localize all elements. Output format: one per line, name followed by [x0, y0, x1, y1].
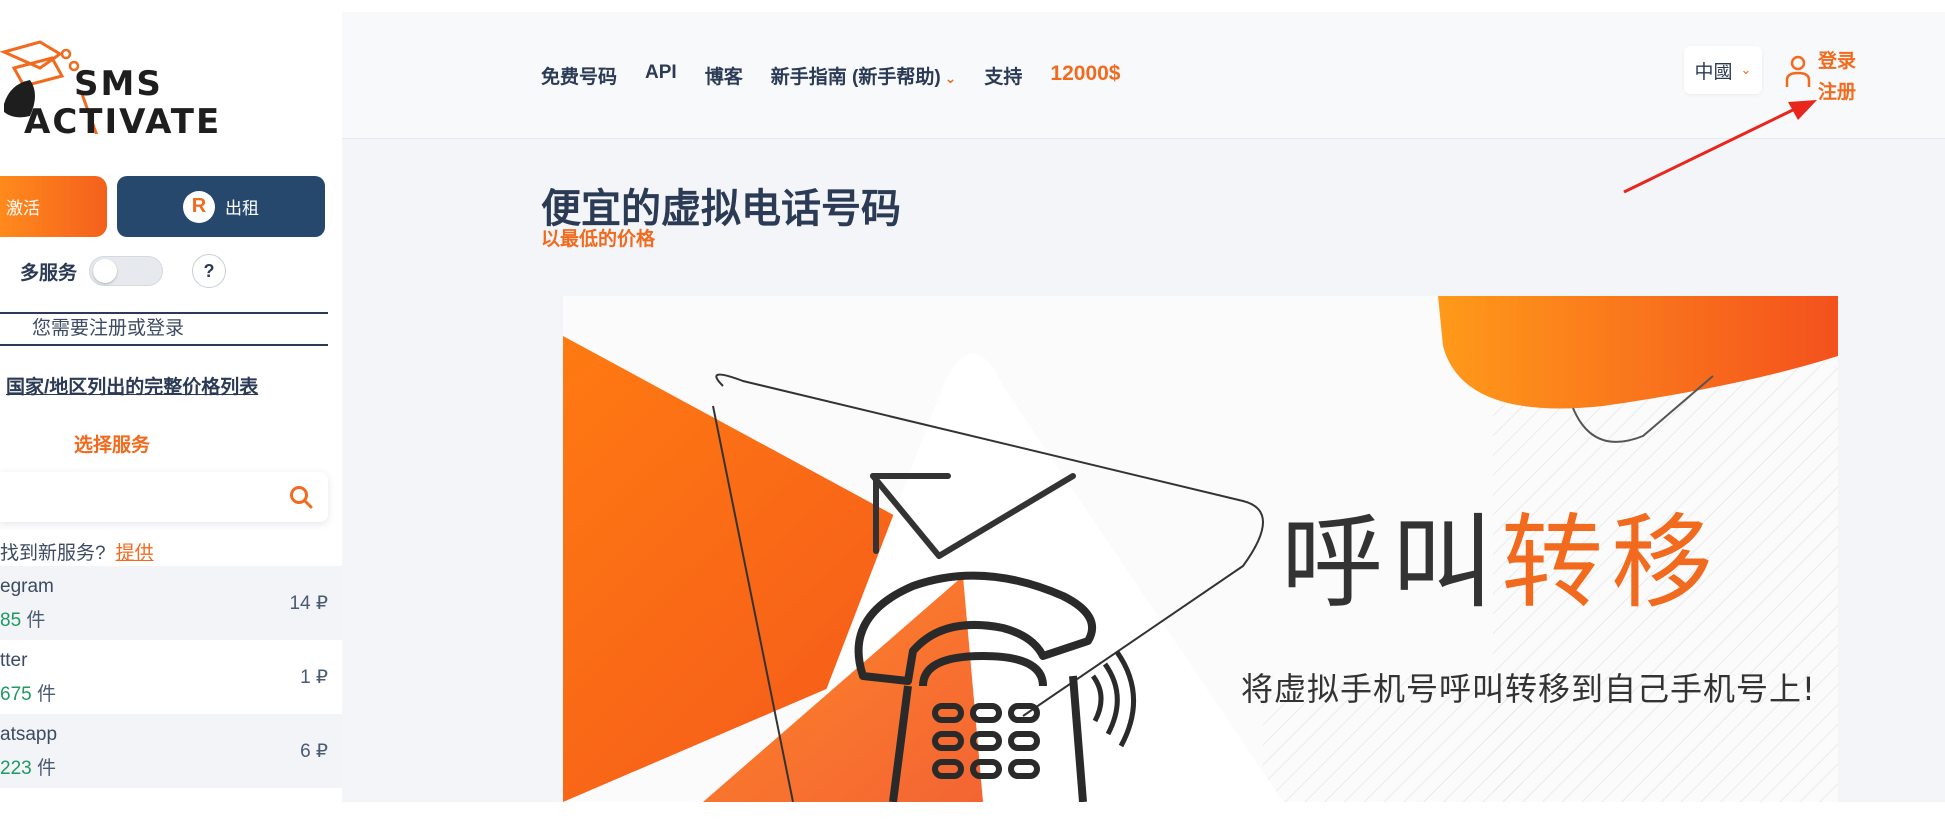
service-count-unit: 件: [36, 684, 56, 705]
rent-logo-icon: R: [183, 190, 215, 223]
service-price: 14 ₽: [289, 593, 328, 614]
auth-links: 登录 注册: [1818, 46, 1856, 108]
service-item[interactable]: atsapp 223 件 6 ₽: [0, 714, 342, 788]
banner-subtitle: 将虚拟手机号呼叫转移到自己手机号上!: [1241, 670, 1816, 708]
language-label: 中國: [1694, 61, 1733, 83]
user-icon[interactable]: [1784, 54, 1812, 88]
service-item[interactable]: egram 85 件 14 ₽: [0, 566, 342, 640]
service-price: 1 ₽: [300, 667, 328, 688]
service-count: 675 件: [0, 679, 56, 706]
suggest-text: 找到新服务?: [0, 543, 106, 564]
nav-blog[interactable]: 博客: [705, 62, 743, 89]
service-count-number: 85: [0, 610, 22, 631]
service-name: egram: [0, 576, 54, 597]
logo-text-sms: SMS: [74, 64, 163, 104]
suggest-offer-link[interactable]: 提供: [116, 543, 154, 564]
service-price: 6 ₽: [300, 741, 328, 762]
logo-text-activate: ACTIVATE: [24, 102, 222, 142]
nav-bonus[interactable]: 12000$: [1050, 62, 1120, 89]
page-subtitle: 以最低的价格: [541, 229, 656, 250]
service-item[interactable]: tter 675 件 1 ₽: [0, 640, 342, 714]
full-price-list-link[interactable]: 国家/地区列出的完整价格列表: [6, 372, 258, 399]
rent-button[interactable]: R 出租: [117, 176, 325, 237]
service-count-number: 675: [0, 684, 32, 705]
promo-banner[interactable]: 呼叫转移 将虚拟手机号呼叫转移到自己手机号上!: [563, 296, 1838, 802]
banner-title-part2: 转移: [1501, 504, 1721, 623]
nav-guide[interactable]: 新手指南 (新手帮助) ⌄: [771, 62, 957, 89]
multi-service-label: 多服务: [20, 263, 78, 284]
service-name: tter: [0, 650, 28, 671]
service-count-number: 223: [0, 758, 32, 779]
nav-free-numbers[interactable]: 免费号码: [541, 62, 617, 89]
activate-button-label: 激活: [6, 199, 40, 218]
chevron-down-icon: ⌄: [1740, 62, 1752, 77]
sidebar: SMS ACTIVATE 激活 R 出租 多服务 ? 您需要注册或登录 国家/地…: [0, 0, 342, 820]
help-button[interactable]: ?: [192, 254, 226, 288]
login-link[interactable]: 登录: [1818, 46, 1856, 77]
language-select[interactable]: 中國 ⌄: [1684, 46, 1762, 94]
multi-service-row: 多服务 ?: [0, 254, 342, 290]
banner-title: 呼叫转移: [1281, 481, 1721, 628]
main-content: 免费号码 API 博客 新手指南 (新手帮助) ⌄ 支持 12000$ 中國 ⌄ …: [342, 12, 1945, 802]
mode-buttons: 激活 R 出租: [0, 176, 342, 238]
login-required-note: 您需要注册或登录: [0, 312, 328, 346]
service-count-unit: 件: [26, 610, 46, 631]
search-icon[interactable]: [288, 484, 314, 510]
service-name: atsapp: [0, 724, 58, 745]
nav-links: 免费号码 API 博客 新手指南 (新手帮助) ⌄ 支持 12000$: [541, 62, 1120, 89]
multi-service-toggle[interactable]: [89, 256, 163, 286]
service-count: 223 件: [0, 753, 56, 780]
service-count: 85 件: [0, 605, 45, 632]
logo[interactable]: SMS ACTIVATE: [0, 24, 250, 144]
activate-button[interactable]: 激活: [0, 176, 107, 237]
service-search-input[interactable]: [0, 472, 328, 522]
nav-guide-label: 新手指南 (新手帮助): [770, 67, 941, 88]
banner-title-part1: 呼叫: [1281, 504, 1501, 623]
service-count-unit: 件: [36, 758, 56, 779]
nav-support[interactable]: 支持: [984, 62, 1022, 89]
rent-button-label: 出租: [225, 199, 259, 218]
toggle-knob: [93, 259, 117, 283]
register-link[interactable]: 注册: [1818, 77, 1856, 108]
choose-service-heading: 选择服务: [74, 435, 151, 456]
suggest-service: 找到新服务? 提供: [0, 538, 154, 565]
service-list: egram 85 件 14 ₽ tter 675 件 1 ₽ atsapp 22…: [0, 566, 342, 788]
top-navigation: 免费号码 API 博客 新手指南 (新手帮助) ⌄ 支持 12000$ 中國 ⌄ …: [342, 12, 1945, 138]
chevron-down-icon: ⌄: [944, 70, 957, 86]
nav-api[interactable]: API: [645, 62, 677, 89]
